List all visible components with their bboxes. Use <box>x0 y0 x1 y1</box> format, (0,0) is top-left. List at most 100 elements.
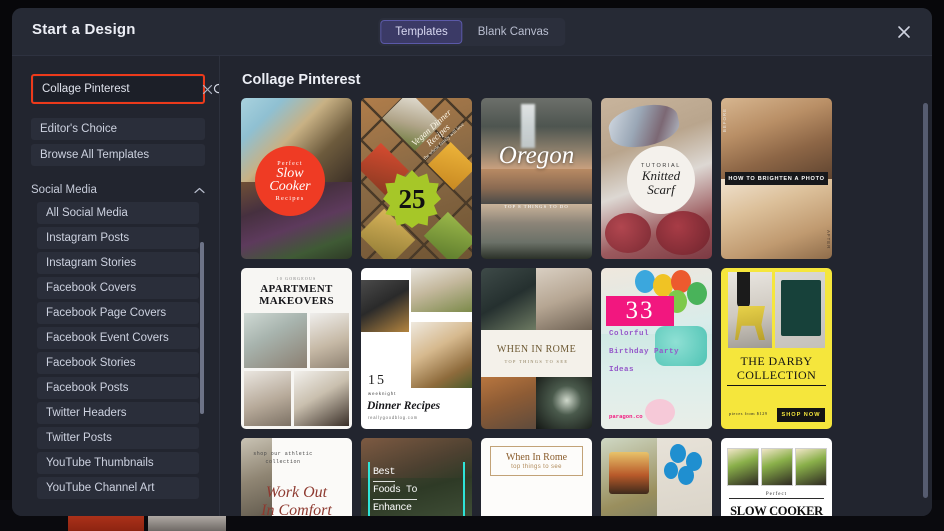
sidebar-item-youtube-channel-art[interactable]: YouTube Channel Art <box>37 477 199 499</box>
sidebar-item-instagram-stories[interactable]: Instagram Stories <box>37 252 199 274</box>
card-art-photo-3 <box>411 322 472 388</box>
card-text-after: AFTER <box>826 229 831 249</box>
template-card-15-weeknight-dinner-recipes[interactable]: 15 weeknight Dinner Recipes reallygoodbl… <box>361 268 472 429</box>
tab-templates[interactable]: Templates <box>380 20 463 44</box>
card-art-yarn-3 <box>656 211 710 255</box>
sidebar-item-facebook-event-covers[interactable]: Facebook Event Covers <box>37 327 199 349</box>
template-card-work-out-in-comfort[interactable]: shop our athletic collection Work Out In… <box>241 438 352 516</box>
close-icon[interactable] <box>894 22 914 42</box>
search-icon[interactable] <box>213 83 219 96</box>
card-art-cupcake <box>655 326 707 366</box>
sidebar-group-label: Social Media <box>31 184 97 196</box>
page-title: Start a Design <box>32 21 136 38</box>
card-text-title1: Knitted <box>641 168 681 183</box>
template-card-best-foods-to-enhance-your-workouts[interactable]: Best Foods To Enhance Your Workouts <box>361 438 472 516</box>
search-box <box>34 77 219 101</box>
card-title-band: WHEN IN ROME TOP THINGS TO SEE <box>481 330 592 377</box>
sidebar-item-facebook-covers[interactable]: Facebook Covers <box>37 277 199 299</box>
template-card-vegan-dinner-recipes-25[interactable]: Vegan Dinner Recipes the whole family wi… <box>361 98 472 259</box>
card-text-line1: Best <box>373 464 396 482</box>
tab-blank-canvas[interactable]: Blank Canvas <box>463 20 564 44</box>
sidebar-item-twitter-posts[interactable]: Twitter Posts <box>37 427 199 449</box>
card-text-title: WHEN IN ROME <box>496 343 577 355</box>
card-art-donut <box>645 399 675 425</box>
card-art-yarn-1 <box>605 99 683 153</box>
card-art-quad-2 <box>310 313 349 368</box>
card-text-number: 33 <box>625 297 655 324</box>
start-a-design-modal: Start a Design Templates Blank Canvas Co… <box>12 8 932 516</box>
card-text-title: HOW TO BRIGHTEN A PHOTO <box>728 175 825 182</box>
card-text-line2: Birthday Party <box>609 348 680 356</box>
card-art-photo-2 <box>536 268 592 330</box>
template-card-oregon[interactable]: Oregon TOP 8 THINGS TO DO <box>481 98 592 259</box>
sidebar-item-instagram-posts[interactable]: Instagram Posts <box>37 227 199 249</box>
card-art-yarn-2 <box>605 213 651 253</box>
card-badge: TUTORIAL Knitted Scarf <box>627 146 695 214</box>
card-text-title2: MAKEOVERS <box>259 295 334 307</box>
card-text-title2: In Comfort <box>261 502 332 516</box>
card-text-tag: paragon.co <box>609 413 643 420</box>
card-text-title: When In Rome <box>505 452 568 463</box>
card-text-kicker: Perfect <box>765 492 788 497</box>
sidebar-item-all-social-media[interactable]: All Social Media <box>37 202 199 224</box>
card-art-quad-3 <box>244 371 291 426</box>
sidebar-item-browse-all-templates[interactable]: Browse All Templates <box>31 144 205 166</box>
card-art-after <box>721 178 832 259</box>
card-art-tray-2 <box>761 448 793 486</box>
templates-grid: Perfect Slow Cooker Recipes Vegan Dinner… <box>241 98 931 516</box>
card-text-title: SLOW COOKER <box>730 504 823 516</box>
card-art-photo-1 <box>481 268 536 330</box>
mode-toggle: Templates Blank Canvas <box>378 18 566 46</box>
template-card-knitted-scarf[interactable]: TUTORIAL Knitted Scarf <box>601 98 712 259</box>
sidebar-scrollbar[interactable] <box>200 242 204 414</box>
sidebar-item-facebook-posts[interactable]: Facebook Posts <box>37 377 199 399</box>
card-art-cake <box>609 452 649 494</box>
template-card-the-darby-collection[interactable]: THE DARBY COLLECTION pieces from $129 SH… <box>721 268 832 429</box>
main-scrollbar[interactable] <box>923 103 928 498</box>
card-text-title: Dinner Recipes <box>367 400 441 412</box>
card-art-balloon-1 <box>635 270 655 293</box>
card-text-line1: Colorful <box>609 330 650 338</box>
template-card-perfect-slow-cooker-recipes[interactable]: Perfect Slow Cooker Recipes <box>241 98 352 259</box>
app-root: Start a Design Templates Blank Canvas Co… <box>0 0 944 531</box>
card-art-balloon-3 <box>678 466 694 485</box>
card-art-balloon-4 <box>687 282 707 305</box>
card-badge: Perfect Slow Cooker Recipes <box>255 146 325 216</box>
card-art-tray-3 <box>795 448 827 486</box>
card-title-box: When In Rome top things to see <box>490 446 583 476</box>
sidebar-item-youtube-thumbnails[interactable]: YouTube Thumbnails <box>37 452 199 474</box>
card-art-balloon-4 <box>664 462 678 479</box>
template-card-birthday-balloons-cake[interactable] <box>601 438 712 516</box>
sidebar-item-facebook-page-covers[interactable]: Facebook Page Covers <box>37 302 199 324</box>
card-text-before: BEFORE <box>722 108 727 133</box>
template-card-when-in-rome[interactable]: WHEN IN ROME TOP THINGS TO SEE <box>481 268 592 429</box>
card-art-tray-1 <box>727 448 759 486</box>
card-accent-left <box>368 462 370 516</box>
sidebar-group-social-media[interactable]: Social Media <box>31 184 205 196</box>
card-text-bottom: Recipes <box>275 194 305 202</box>
sidebar-social-media-list: All Social Media Instagram Posts Instagr… <box>37 202 199 499</box>
card-art-before <box>721 98 832 179</box>
card-text-mid2: Cooker <box>269 178 311 194</box>
search-input[interactable] <box>34 83 202 95</box>
card-art-quad-4 <box>294 371 349 426</box>
clear-search-icon[interactable] <box>202 84 213 95</box>
results-heading: Collage Pinterest <box>242 72 361 88</box>
template-card-apartment-makeovers[interactable]: 10 GORGEOUS APARTMENT MAKEOVERS <box>241 268 352 429</box>
card-text-line3: Enhance <box>373 500 412 516</box>
sidebar-item-editors-choice[interactable]: Editor's Choice <box>31 118 205 140</box>
card-text-title1: APARTMENT <box>260 283 333 295</box>
template-card-how-to-brighten-a-photo[interactable]: BEFORE AFTER HOW TO BRIGHTEN A PHOTO <box>721 98 832 259</box>
card-art-quad-1 <box>244 313 307 368</box>
search-highlight-box <box>31 74 219 104</box>
sidebar-item-facebook-stories[interactable]: Facebook Stories <box>37 352 199 374</box>
chevron-up-icon <box>194 187 205 194</box>
template-card-perfect-slow-cooker[interactable]: Perfect SLOW COOKER <box>721 438 832 516</box>
quick-links: Editor's Choice Browse All Templates <box>31 118 205 166</box>
template-card-33-colorful-birthday-party-ideas[interactable]: 33 Colorful Birthday Party Ideas paragon… <box>601 268 712 429</box>
card-text-cta: SHOP NOW <box>781 412 821 418</box>
template-card-when-in-rome-2[interactable]: When In Rome top things to see <box>481 438 592 516</box>
card-text-title: APARTMENT MAKEOVERS <box>241 283 352 307</box>
sidebar-item-twitter-headers[interactable]: Twitter Headers <box>37 402 199 424</box>
card-art-photo-2 <box>411 268 472 312</box>
